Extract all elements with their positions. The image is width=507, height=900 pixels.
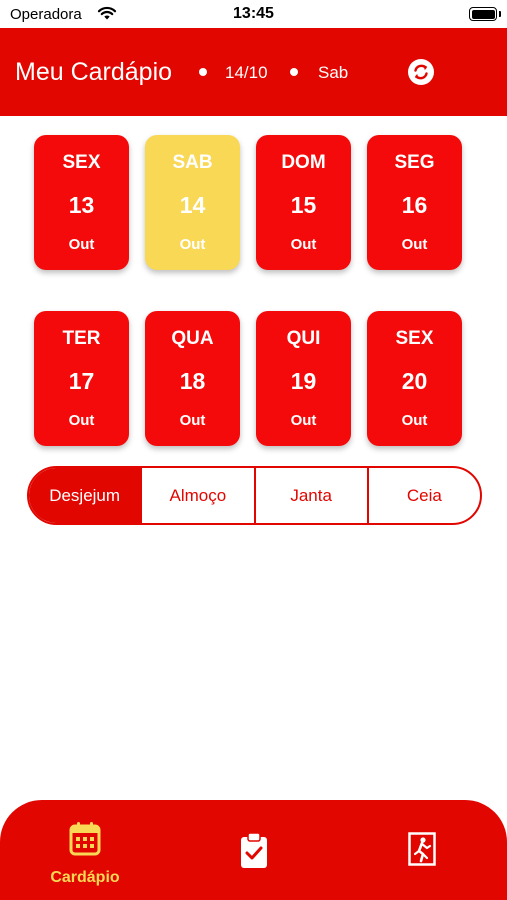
day-weekday: SEX [395, 328, 434, 349]
day-card[interactable]: QUA 18 Out [145, 311, 240, 446]
day-number: 16 [401, 192, 428, 218]
header-date: 14/10 [225, 63, 268, 82]
battery-tip [499, 11, 501, 17]
day-card[interactable]: QUI 19 Out [256, 311, 351, 446]
bottom-tab-bar: Cardápio [0, 800, 507, 900]
day-card[interactable]: TER 17 Out [34, 311, 129, 446]
day-month: Out [179, 412, 206, 429]
day-number: 19 [290, 368, 317, 394]
meal-segmented-control: Desjejum Almoço Janta Ceia [27, 466, 482, 525]
day-card[interactable]: SAB 14 Out [145, 135, 240, 270]
day-month: Out [401, 412, 428, 429]
day-card[interactable]: SEX 20 Out [367, 311, 462, 446]
day-month: Out [68, 236, 95, 253]
day-number: 13 [68, 192, 95, 218]
page-title: Meu Cardápio [15, 58, 173, 86]
day-month: Out [68, 412, 95, 429]
tab-cardapio[interactable]: Cardápio [25, 800, 145, 900]
clock: 13:45 [233, 5, 274, 22]
day-card[interactable]: DOM 15 Out [256, 135, 351, 270]
day-month: Out [290, 412, 317, 429]
day-card[interactable]: SEX 13 Out [34, 135, 129, 270]
day-number: 17 [68, 368, 95, 394]
day-number: 14 [179, 192, 206, 218]
day-weekday: SEG [394, 152, 435, 173]
meal-tab-desjejum[interactable]: Desjejum [29, 468, 141, 523]
separator-dot [199, 68, 207, 76]
day-card[interactable]: SEG 16 Out [367, 135, 462, 270]
exit-icon [408, 832, 436, 871]
tab-checklist[interactable] [194, 800, 314, 900]
refresh-icon [408, 59, 434, 85]
clipboard-check-icon [240, 832, 268, 874]
day-number: 18 [179, 368, 206, 394]
day-weekday: QUA [171, 328, 214, 349]
day-row: TER 17 Out QUA 18 Out QUI 19 Out SEX 20 … [34, 311, 474, 446]
day-number: 15 [290, 192, 317, 218]
status-bar: Operadora 13:45 [0, 0, 507, 28]
day-weekday: SEX [62, 152, 101, 173]
day-month: Out [179, 236, 206, 253]
battery-icon [469, 7, 497, 21]
header-weekday: Sab [318, 63, 349, 82]
calendar-icon [69, 822, 101, 861]
meal-tab-janta[interactable]: Janta [253, 468, 367, 523]
day-number: 20 [401, 368, 428, 394]
meal-tab-ceia[interactable]: Ceia [366, 468, 480, 523]
separator-dot [290, 68, 298, 76]
day-weekday: QUI [286, 328, 321, 349]
day-weekday: DOM [281, 152, 326, 173]
tab-exit[interactable] [362, 800, 482, 900]
day-weekday: SAB [172, 152, 213, 173]
refresh-button[interactable] [407, 58, 435, 86]
app-header: Meu Cardápio 14/10 Sab [0, 28, 507, 116]
meal-tab-almoco[interactable]: Almoço [140, 468, 253, 523]
day-weekday: TER [62, 328, 101, 349]
day-row: SEX 13 Out SAB 14 Out DOM 15 Out SEG 16 … [34, 135, 474, 270]
day-month: Out [290, 236, 317, 253]
tab-label: Cardápio [50, 869, 120, 886]
day-month: Out [401, 236, 428, 253]
day-grid: SEX 13 Out SAB 14 Out DOM 15 Out SEG 16 … [34, 135, 474, 487]
